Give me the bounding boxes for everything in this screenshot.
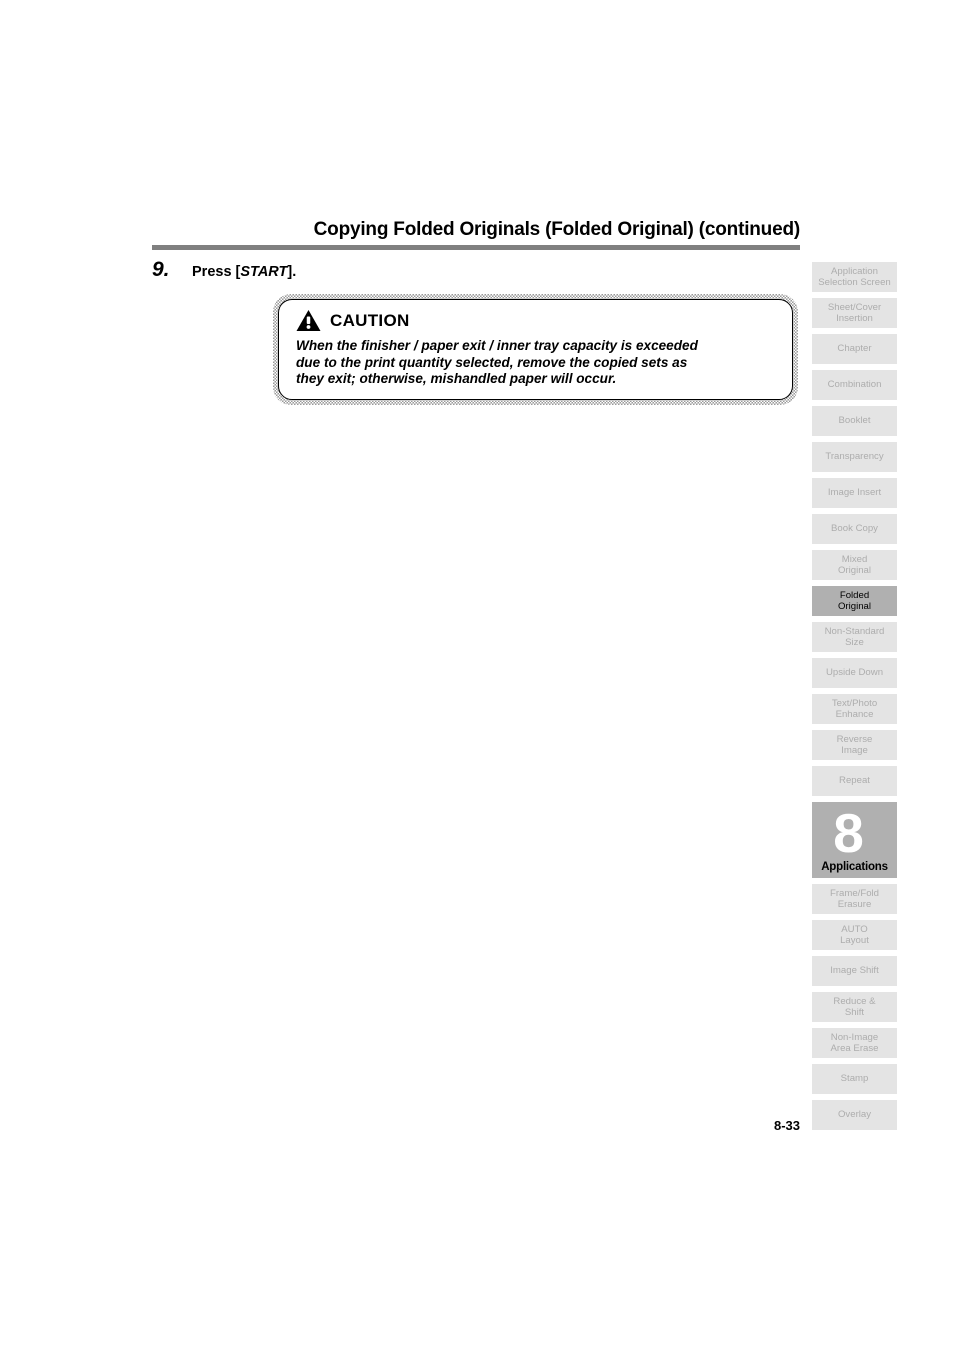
sidebar-item-label: Overlay — [837, 1109, 872, 1121]
sidebar-item-folded-original[interactable]: Folded Original — [812, 586, 897, 616]
sidebar-item-application-selection-screen[interactable]: Application Selection Screen — [812, 262, 897, 292]
sidebar-item-label: Area Erase — [830, 1043, 879, 1054]
sidebar-item-label: Non-Standard — [824, 625, 885, 637]
sidebar-item-transparency[interactable]: Transparency — [812, 442, 897, 472]
caution-text-line: they exit; otherwise, mishandled paper w… — [296, 371, 617, 386]
sidebar-item-overlay[interactable]: Overlay — [812, 1100, 897, 1130]
sidebar-item-frame-fold-erasure[interactable]: Frame/Fold Erasure — [812, 884, 897, 914]
sidebar-item-label: Reverse — [836, 733, 873, 745]
sidebar-item-combination[interactable]: Combination — [812, 370, 897, 400]
sidebar-item-book-copy[interactable]: Book Copy — [812, 514, 897, 544]
sidebar-item-text-photo-enhance[interactable]: Text/Photo Enhance — [812, 694, 897, 724]
caution-box-inner: CAUTION When the finisher / paper exit /… — [278, 299, 793, 400]
sidebar-item-label: Size — [845, 637, 864, 648]
sidebar-item-repeat[interactable]: Repeat — [812, 766, 897, 796]
sidebar-item-image-insert[interactable]: Image Insert — [812, 478, 897, 508]
sidebar-item-reduce-and-shift[interactable]: Reduce & Shift — [812, 992, 897, 1022]
caution-line-text: When the finisher / paper exit / inner t… — [296, 338, 698, 353]
sidebar-item-booklet[interactable]: Booklet — [812, 406, 897, 436]
sidebar-item-label: Erasure — [837, 899, 872, 910]
sidebar-item-label: Application — [831, 265, 878, 277]
sidebar-item-label: Non-Image — [830, 1031, 879, 1043]
chapter-number: 8 — [833, 802, 864, 864]
caution-label: CAUTION — [330, 310, 410, 330]
sidebar-item-auto-layout[interactable]: AUTO Layout — [812, 920, 897, 950]
sidebar-item-reverse-image[interactable]: Reverse Image — [812, 730, 897, 760]
sidebar-item-label: Insertion — [836, 313, 873, 324]
sidebar-item-label: Selection Screen — [818, 277, 891, 288]
sidebar-item-sheet-cover-insertion[interactable]: Sheet/Cover Insertion — [812, 298, 897, 328]
caution-box: CAUTION When the finisher / paper exit /… — [273, 294, 798, 405]
sidebar-item-label: Repeat — [839, 775, 870, 787]
step-number: 9. — [152, 258, 170, 281]
chapter-name: Applications — [821, 861, 888, 873]
page-number: 8-33 — [773, 1118, 800, 1133]
sidebar-item-label: Sheet/Cover — [827, 301, 882, 313]
sidebar-item-non-standard-size[interactable]: Non-Standard Size — [812, 622, 897, 652]
step-text-prefix: Press [ — [192, 264, 241, 280]
sidebar-item-label: AUTO — [841, 923, 868, 935]
sidebar-item-label: Upside Down — [825, 667, 884, 679]
sidebar-item-label: Image Shift — [830, 965, 879, 977]
sidebar-item-stamp[interactable]: Stamp — [812, 1064, 897, 1094]
sidebar-item-label: Stamp — [840, 1073, 869, 1085]
sidebar-item-upside-down[interactable]: Upside Down — [812, 658, 897, 688]
sidebar-item-label: Frame/Fold — [829, 887, 880, 899]
sidebar-item-label: Original — [837, 601, 872, 612]
sidebar-item-chapter[interactable]: Chapter — [812, 334, 897, 364]
sidebar-item-label: Image — [841, 745, 868, 756]
caution-text: When the finisher / paper exit / inner t… — [296, 338, 775, 388]
sidebar-item-label: Chapter — [837, 343, 872, 355]
caution-text-line: When the finisher / paper exit / inner t… — [296, 338, 775, 355]
chapter-marker: 8 Applications — [812, 802, 897, 878]
sidebar-item-label: Layout — [840, 935, 869, 946]
sidebar-item-label: Combination — [827, 379, 882, 391]
sidebar-item-image-shift[interactable]: Image Shift — [812, 956, 897, 986]
sidebar-item-label: Image Insert — [827, 487, 882, 499]
step-text-suffix: ]. — [287, 264, 297, 280]
sidebar-item-label: Booklet — [838, 415, 871, 427]
sidebar-item-label: Transparency — [825, 451, 884, 463]
sidebar-item-label: Enhance — [835, 709, 874, 720]
page-title: Copying Folded Originals (Folded Origina… — [313, 219, 801, 240]
warning-triangle-icon — [296, 310, 321, 331]
step-instruction: 9. Press [START]. — [152, 258, 296, 284]
sidebar-item-label: Original — [837, 565, 872, 576]
caution-text-line: due to the print quantity selected, remo… — [296, 355, 775, 372]
caution-line-text: due to the print quantity selected, remo… — [296, 354, 688, 370]
sidebar-item-non-image-area-erase[interactable]: Non-Image Area Erase — [812, 1028, 897, 1058]
caution-header: CAUTION — [296, 309, 775, 332]
title-divider — [152, 245, 800, 250]
sidebar-item-label: Shift — [844, 1007, 865, 1018]
step-key-name: START — [240, 264, 288, 280]
sidebar-item-label: Reduce & — [833, 995, 876, 1007]
sidebar-item-label: Book Copy — [831, 523, 878, 535]
sidebar-item-label: Folded — [839, 589, 870, 601]
sidebar-item-label: Mixed — [841, 553, 868, 565]
step-text: Press [START]. — [192, 260, 296, 284]
sidebar-item-label: Text/Photo — [831, 697, 878, 709]
sidebar-item-mixed-original[interactable]: Mixed Original — [812, 550, 897, 580]
page-header: Copying Folded Originals (Folded Origina… — [152, 218, 800, 250]
sidebar-tab-column: Application Selection Screen Sheet/Cover… — [812, 262, 897, 1136]
